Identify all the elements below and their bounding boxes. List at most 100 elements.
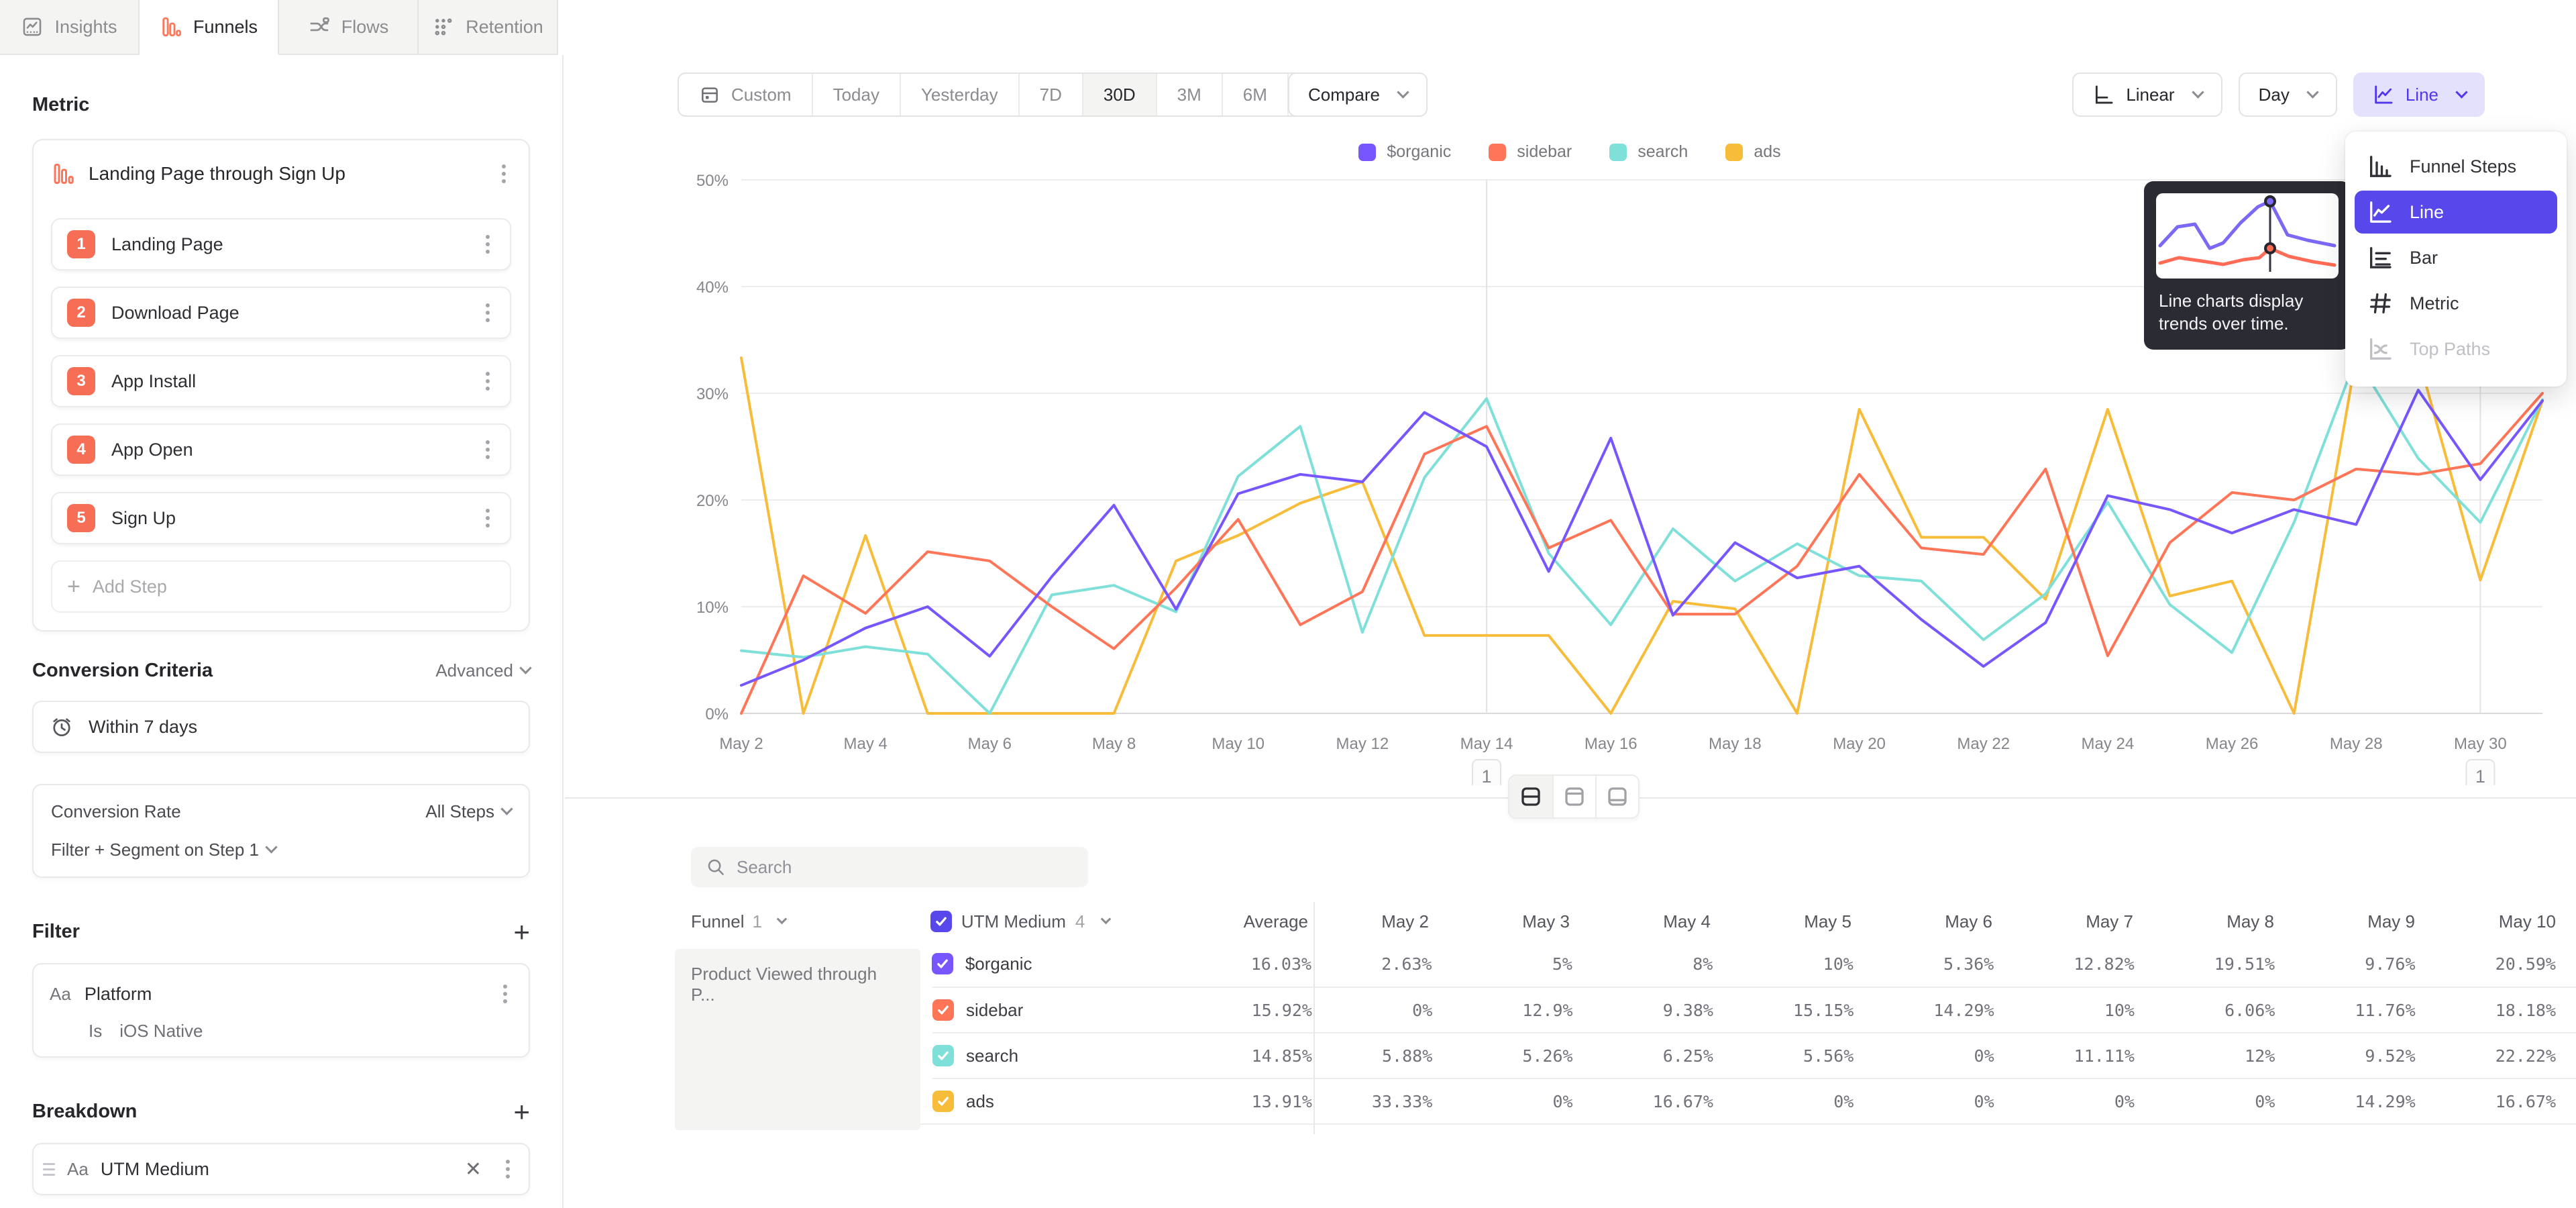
series-name: $organic [965, 954, 1032, 974]
table-row: sidebar15.92%0%12.9%9.38%15.15%14.29%10%… [932, 987, 2576, 1032]
metric-menu-button[interactable] [496, 159, 511, 189]
range-30d[interactable]: 30D [1082, 74, 1156, 115]
chevron-down-icon [265, 841, 277, 853]
date-column-header[interactable]: May 3 [1449, 911, 1590, 932]
funnel-name-cell[interactable]: Product Viewed through P... [675, 949, 920, 1130]
daily-value: 5.88% [1312, 1046, 1452, 1066]
filter-value[interactable]: iOS Native [119, 1021, 203, 1042]
filter-platform-card[interactable]: Aa Platform Is iOS Native [32, 963, 530, 1058]
legend-label: search [1638, 142, 1688, 162]
funnel-step-5[interactable]: 5Sign Up [51, 492, 511, 544]
table-layout-toggle[interactable] [1595, 776, 1638, 817]
range-3m[interactable]: 3M [1156, 74, 1222, 115]
menu-item-bar[interactable]: Bar [2355, 236, 2557, 279]
funnel-steps-icon [2367, 153, 2394, 180]
funnel-step-2[interactable]: 2Download Page [51, 287, 511, 339]
table-bottom-border [675, 1123, 2576, 1125]
date-column-header[interactable]: May 6 [1872, 911, 2012, 932]
legend-item-sidebar[interactable]: sidebar [1489, 142, 1572, 162]
split-layout-toggle[interactable] [1509, 776, 1552, 817]
step-menu-button[interactable] [480, 435, 495, 464]
date-column-header[interactable]: May 4 [1590, 911, 1731, 932]
legend-item-search[interactable]: search [1609, 142, 1688, 162]
date-column-header[interactable]: May 2 [1308, 911, 1449, 932]
svg-text:May 12: May 12 [1336, 735, 1389, 753]
date-column-header[interactable]: May 9 [2294, 911, 2435, 932]
tab-flows[interactable]: Flows [279, 0, 419, 55]
step-menu-button[interactable] [480, 298, 495, 328]
filter-segment-dropdown[interactable]: Filter + Segment on Step 1 [51, 840, 276, 860]
compare-button[interactable]: Compare [1288, 72, 1428, 117]
breakdown-menu-button[interactable] [500, 1154, 515, 1184]
series-checkbox[interactable] [932, 999, 954, 1021]
top-panel-layout-icon [1562, 785, 1587, 809]
daily-value: 12% [2155, 1046, 2295, 1066]
svg-text:May 10: May 10 [1212, 735, 1265, 753]
add-filter-button[interactable]: + [513, 922, 530, 942]
table-search[interactable] [691, 847, 1088, 887]
tab-insights[interactable]: Insights [0, 0, 140, 55]
daily-value: 5.36% [1874, 954, 2014, 974]
daily-value: 11.76% [2295, 1001, 2435, 1020]
conversion-window-card[interactable]: Within 7 days [32, 701, 530, 753]
daily-value: 0% [1452, 1092, 1593, 1111]
breakdown-column-header[interactable]: UTM Medium 4 [930, 911, 1167, 932]
average-column-header[interactable]: Average [1167, 911, 1308, 932]
drag-handle-icon[interactable] [43, 1160, 55, 1179]
range-7d[interactable]: 7D [1018, 74, 1082, 115]
advanced-dropdown[interactable]: Advanced [435, 660, 530, 681]
all-steps-dropdown[interactable]: All Steps [425, 801, 511, 822]
breakdown-utm-card[interactable]: Aa UTM Medium ✕ [32, 1143, 530, 1195]
tab-retention[interactable]: Retention [419, 0, 558, 55]
menu-item-funnel-steps[interactable]: Funnel Steps [2355, 145, 2557, 188]
date-column-header[interactable]: May 7 [2012, 911, 2153, 932]
filter-operator[interactable]: Is [89, 1021, 102, 1042]
daily-value: 0% [1874, 1046, 2014, 1066]
menu-item-metric[interactable]: Metric [2355, 282, 2557, 325]
range-custom[interactable]: Custom [679, 74, 812, 115]
series-checkbox[interactable] [932, 1045, 954, 1066]
date-column-header[interactable]: May 5 [1731, 911, 1872, 932]
add-step-button[interactable]: + Add Step [51, 560, 511, 613]
chevron-down-icon [519, 662, 531, 674]
funnel-step-1[interactable]: 1Landing Page [51, 218, 511, 270]
step-menu-button[interactable] [480, 503, 495, 533]
funnel-column-header[interactable]: Funnel 1 [675, 911, 930, 932]
menu-item-line[interactable]: Line [2355, 191, 2557, 234]
svg-text:May 20: May 20 [1833, 735, 1886, 753]
chart-type-dropdown[interactable]: Line [2353, 72, 2485, 117]
range-label: Today [833, 85, 879, 105]
granularity-dropdown[interactable]: Day [2239, 72, 2337, 117]
range-today[interactable]: Today [812, 74, 900, 115]
step-menu-button[interactable] [480, 366, 495, 396]
series-checkbox[interactable] [932, 1091, 954, 1112]
remove-breakdown-button[interactable]: ✕ [458, 1158, 488, 1181]
range-6m[interactable]: 6M [1222, 74, 1287, 115]
svg-text:May 22: May 22 [1957, 735, 2010, 753]
range-yesterday[interactable]: Yesterday [900, 74, 1018, 115]
funnel-step-3[interactable]: 3App Install [51, 355, 511, 407]
step-menu-button[interactable] [480, 230, 495, 259]
date-column-header[interactable]: May 10 [2435, 911, 2576, 932]
legend-item-ads[interactable]: ads [1725, 142, 1780, 162]
legend-item-organic[interactable]: $organic [1358, 142, 1451, 162]
funnel-step-4[interactable]: 4App Open [51, 423, 511, 476]
metric-title-row[interactable]: Landing Page through Sign Up [51, 159, 511, 189]
step-label: Download Page [111, 303, 464, 323]
chevron-down-icon [777, 913, 788, 924]
funnel-metric-icon [51, 162, 75, 186]
svg-text:May 26: May 26 [2206, 735, 2259, 753]
range-label: 3M [1177, 85, 1201, 105]
select-all-checkbox[interactable] [930, 911, 952, 932]
chart-layout-toggle[interactable] [1552, 776, 1595, 817]
daily-value: 19.51% [2155, 954, 2295, 974]
date-column-header[interactable]: May 8 [2153, 911, 2294, 932]
tab-funnels[interactable]: Funnels [140, 0, 279, 55]
filter-menu-button[interactable] [498, 979, 513, 1009]
scale-dropdown[interactable]: Linear [2072, 72, 2222, 117]
series-checkbox[interactable] [932, 953, 953, 974]
add-breakdown-button[interactable]: + [513, 1102, 530, 1122]
search-input[interactable] [737, 857, 1073, 878]
step-number-badge: 1 [67, 230, 95, 258]
menu-item-label: Top Paths [2410, 339, 2490, 360]
